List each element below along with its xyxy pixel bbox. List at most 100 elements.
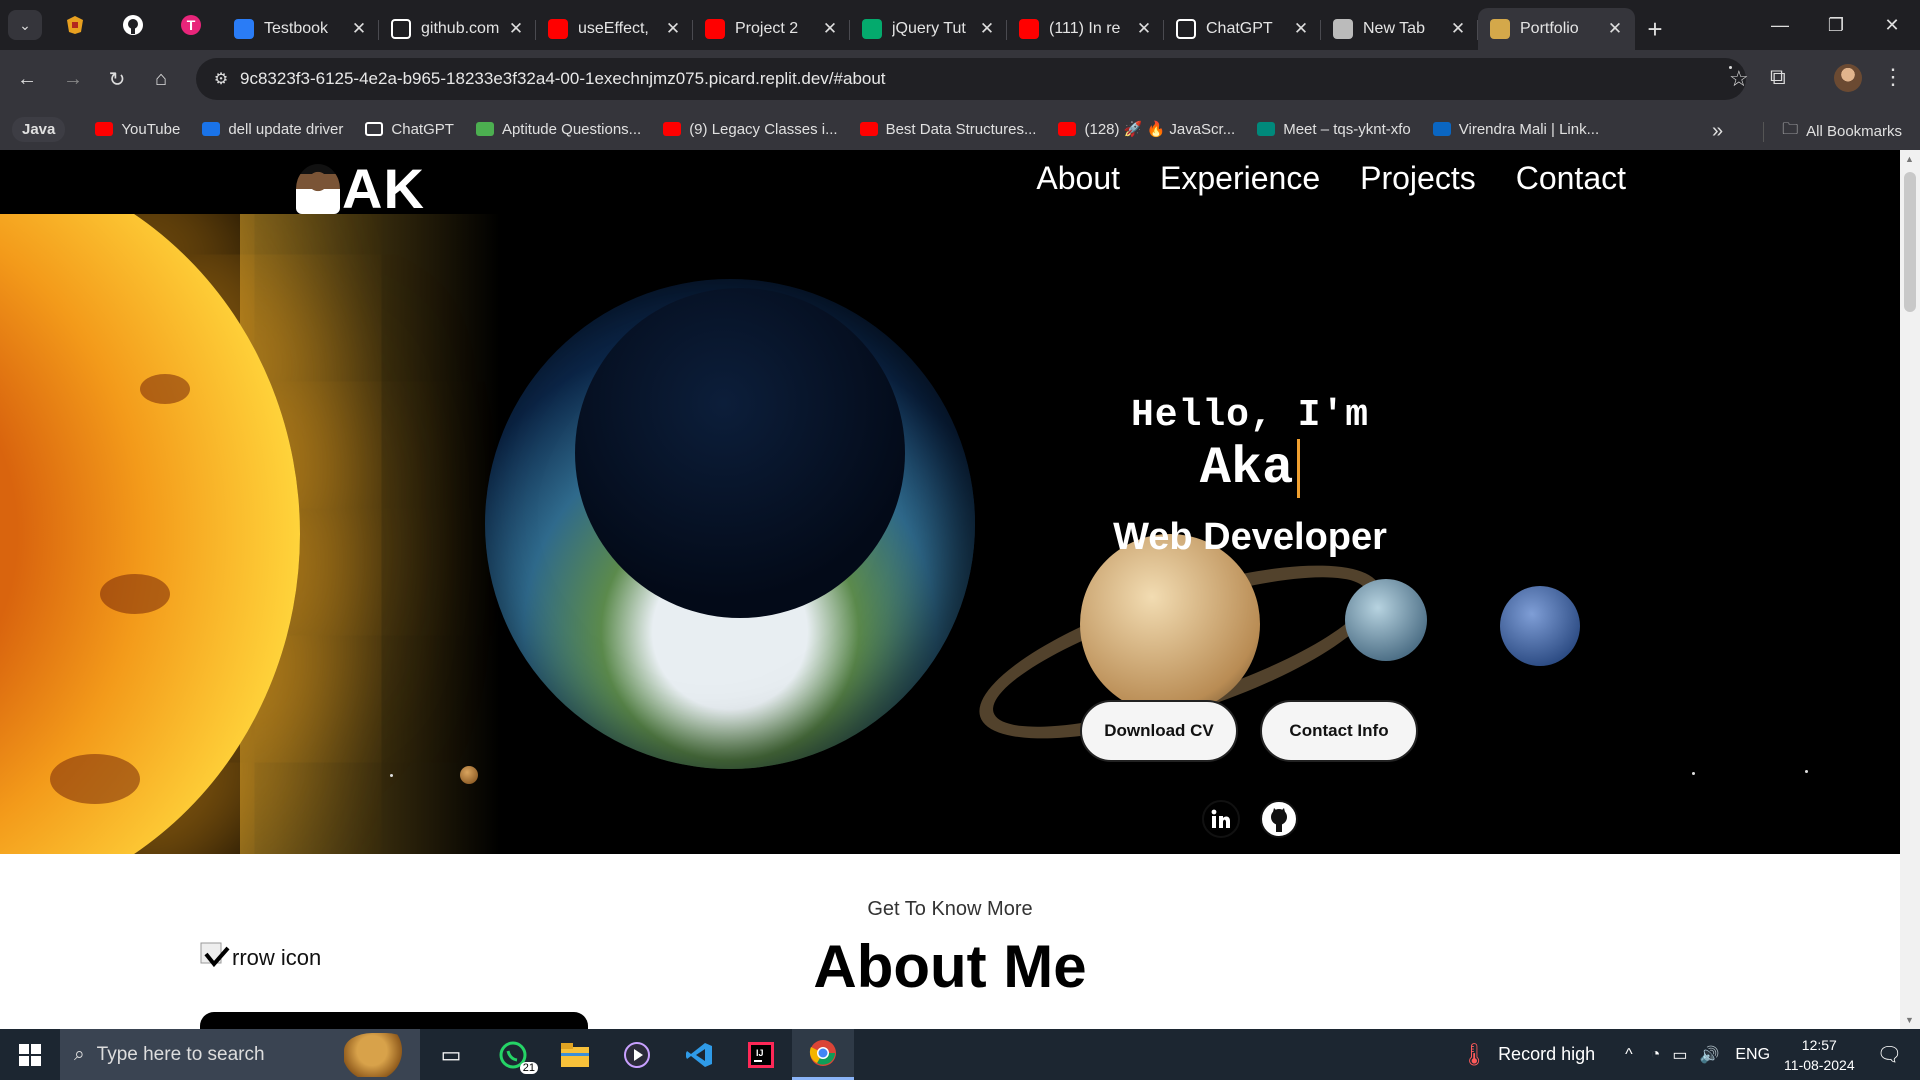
taskbar-search[interactable]: ⌕ Type here to search [60, 1029, 420, 1080]
browser-tab[interactable]: github.com ✕ [379, 8, 536, 50]
whatsapp-icon[interactable]: 21 [482, 1029, 544, 1080]
bookmark-item[interactable]: Best Data Structures... [859, 120, 1037, 138]
browser-tab[interactable]: Portfolio ✕ [1478, 8, 1635, 50]
back-icon[interactable]: ← [12, 64, 42, 94]
task-view-icon[interactable]: ▭ [420, 1029, 482, 1080]
about-subtitle: Get To Know More [867, 898, 1033, 920]
file-explorer-icon[interactable] [544, 1029, 606, 1080]
close-tab-icon[interactable]: ✕ [1134, 19, 1154, 39]
pinned-tab-testbook-icon[interactable]: T [178, 12, 204, 38]
site-logo[interactable]: AK [296, 156, 425, 221]
home-icon[interactable]: ⌂ [146, 64, 176, 94]
tab-title: Portfolio [1520, 20, 1579, 37]
windows-start-icon[interactable] [0, 1029, 60, 1080]
browser-tab[interactable]: New Tab ✕ [1321, 8, 1478, 50]
profile-avatar[interactable] [1834, 64, 1862, 92]
chrome-icon[interactable] [792, 1029, 854, 1080]
bookmark-item[interactable]: (128) 🚀 🔥 JavaScr... [1058, 120, 1235, 138]
tab-search-button[interactable]: ⌄ [8, 10, 42, 40]
notifications-icon[interactable]: 🗨 [1877, 1042, 1902, 1067]
arrow-image-broken[interactable]: rrow icon [200, 942, 321, 974]
scrollbar-thumb[interactable] [1904, 172, 1916, 312]
nav-link-contact[interactable]: Contact [1516, 160, 1626, 197]
bookmark-star-icon[interactable]: ☆ [1729, 66, 1749, 91]
contact-info-button[interactable]: Contact Info [1260, 700, 1418, 762]
bookmark-item[interactable]: YouTube [95, 120, 180, 138]
reload-icon[interactable]: ↻ [102, 64, 132, 94]
close-tab-icon[interactable]: ✕ [663, 19, 683, 39]
logo-avatar [296, 163, 340, 214]
tray-chevron-icon[interactable]: ^ [1625, 1046, 1633, 1064]
intellij-icon[interactable]: IJ [730, 1029, 792, 1080]
close-tab-icon[interactable]: ✕ [349, 19, 369, 39]
pinned-tab-extension-icon[interactable] [62, 12, 88, 38]
minimize-icon[interactable]: — [1752, 0, 1808, 50]
url-text[interactable]: 9c8323f3-6125-4e2a-b965-18233e3f32a4-00-… [240, 69, 886, 89]
broken-image-alt-text: rrow icon [232, 945, 322, 970]
bookmark-item[interactable]: (9) Legacy Classes i... [663, 120, 838, 138]
extensions-icon[interactable]: ⧉ [1770, 64, 1786, 90]
language-indicator[interactable]: ENG [1735, 1046, 1770, 1064]
browser-tab[interactable]: Project 2 ✕ [693, 8, 850, 50]
close-tab-icon[interactable]: ✕ [977, 19, 997, 39]
restore-icon[interactable]: ❐ [1808, 0, 1864, 50]
browser-tab[interactable]: jQuery Tut ✕ [850, 8, 1007, 50]
close-tab-icon[interactable]: ✕ [506, 19, 526, 39]
bookmark-label: Meet – tqs-yknt-xfo [1283, 120, 1411, 138]
hero-buttons: Download CV Contact Info [1080, 700, 1418, 762]
scroll-down-icon[interactable]: ▼ [1905, 1015, 1914, 1025]
network-icon[interactable]: ◔ [1651, 1046, 1661, 1064]
close-tab-icon[interactable]: ✕ [820, 19, 840, 39]
bookmark-list: YouTube dell update driver ChatGPT Aptitude… [95, 120, 1621, 138]
battery-icon[interactable]: ▭ [1672, 1045, 1687, 1065]
menu-icon[interactable]: ⋮ [1882, 64, 1904, 90]
bookmarks-right: » 🗀 All Bookmarks [1712, 118, 1902, 145]
site-info-icon[interactable]: ⚙ [206, 64, 236, 94]
bookmark-label: Best Data Structures... [885, 120, 1037, 138]
address-bar[interactable]: ⚙ 9c8323f3-6125-4e2a-b965-18233e3f32a4-0… [196, 58, 1749, 100]
volume-icon[interactable]: 🔊 [1699, 1045, 1719, 1065]
close-tab-icon[interactable]: ✕ [1605, 19, 1625, 39]
star-dot [1692, 772, 1695, 775]
bookmark-item[interactable]: dell update driver [202, 120, 343, 138]
nav-link-about[interactable]: About [1036, 160, 1120, 197]
pinned-tab-github-icon[interactable] [120, 12, 146, 38]
bookmark-item[interactable]: Virendra Mali | Link... [1432, 120, 1599, 138]
new-tab-icon[interactable]: + [1635, 8, 1675, 50]
about-section: Get To Know More About Me rrow icon [0, 854, 1900, 1029]
forward-icon[interactable]: → [58, 64, 88, 94]
browser-tab[interactable]: Testbook ✕ [222, 8, 379, 50]
scroll-up-icon[interactable]: ▲ [1905, 154, 1914, 164]
browser-tab[interactable]: useEffect, ✕ [536, 8, 693, 50]
saturn-planet [1080, 534, 1260, 714]
bookmark-folder-java[interactable]: Java [12, 116, 66, 142]
linkedin-icon [1432, 122, 1451, 136]
uranus-planet [1345, 579, 1427, 661]
bookmark-item[interactable]: Meet – tqs-yknt-xfo [1257, 120, 1411, 138]
bookmark-item[interactable]: Aptitude Questions... [475, 120, 641, 138]
clock[interactable]: 12:57 11-08-2024 [1784, 1035, 1855, 1075]
nav-link-projects[interactable]: Projects [1360, 160, 1476, 197]
vscode-icon[interactable] [668, 1029, 730, 1080]
browser-toolbar: ← → ↻ ⌂ ⚙ 9c8323f3-6125-4e2a-b965-18233e… [0, 50, 1920, 108]
browser-tab[interactable]: (111) In re ✕ [1007, 8, 1164, 50]
earth-shadow [575, 288, 905, 618]
bookmark-label: (9) Legacy Classes i... [689, 120, 838, 138]
sun-spot [100, 574, 170, 614]
browser-tab[interactable]: ChatGPT ✕ [1164, 8, 1321, 50]
weather-text[interactable]: Record high [1498, 1044, 1595, 1065]
linkedin-icon[interactable] [1202, 800, 1240, 838]
bookmark-item[interactable]: ChatGPT [365, 120, 454, 138]
media-player-icon[interactable] [606, 1029, 668, 1080]
close-tab-icon[interactable]: ✕ [1448, 19, 1468, 39]
github-icon[interactable] [1260, 800, 1298, 838]
close-tab-icon[interactable]: ✕ [1291, 19, 1311, 39]
all-bookmarks-link[interactable]: All Bookmarks [1806, 123, 1902, 140]
nav-link-experience[interactable]: Experience [1160, 160, 1320, 197]
system-tray: 🌡 Record high ^ ◔ ▭ 🔊 ENG 12:57 11-08-20… [1460, 1029, 1920, 1080]
star-dot [390, 774, 393, 777]
bookmarks-overflow-icon[interactable]: » [1712, 120, 1723, 143]
download-cv-button[interactable]: Download CV [1080, 700, 1238, 762]
page-scrollbar[interactable]: ▲ ▼ [1900, 150, 1920, 1029]
close-window-icon[interactable]: ✕ [1864, 0, 1920, 50]
